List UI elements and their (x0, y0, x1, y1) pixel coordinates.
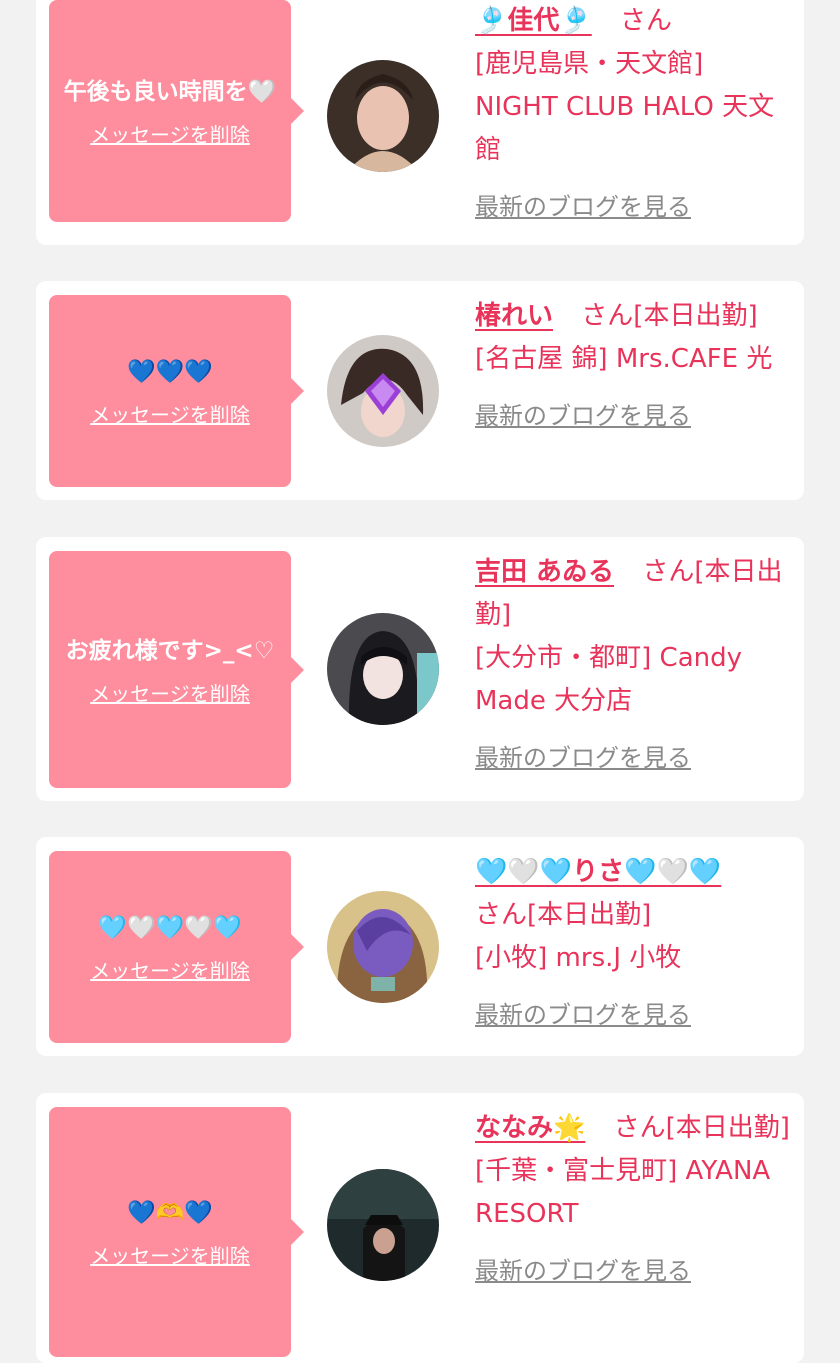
latest-blog-link[interactable]: 最新のブログを見る (475, 1250, 793, 1293)
profile-info: 吉田 あゐる さん[本日出勤] [大分市・都町] Candy Made 大分店 … (475, 551, 793, 780)
avatar[interactable] (327, 613, 439, 725)
avatar-photo-icon (327, 891, 439, 1003)
message-text: 💙🫶💙 (127, 1200, 213, 1226)
profile-info: 🎐佳代🎐 さん [鹿児島県・天文館] NIGHT CLUB HALO 天文館 最… (475, 0, 793, 229)
delete-message-link[interactable]: メッセージを削除 (90, 958, 250, 984)
message-text: お疲れ様です>_<♡ (65, 637, 275, 664)
latest-blog-link[interactable]: 最新のブログを見る (475, 994, 793, 1037)
shop-label: [大分市・都町] Candy Made 大分店 (475, 643, 743, 716)
profile-name-link[interactable]: 吉田 あゐる (475, 557, 614, 587)
status-label: [本日出勤] (665, 1113, 790, 1143)
delete-message-link[interactable]: メッセージを削除 (90, 402, 250, 428)
profile-info: 🩵🤍🩵りさ🩵🤍🩵 さん[本日出勤] [小牧] mrs.J 小牧 最新のブログを見… (475, 851, 793, 1037)
profile-name-link[interactable]: 椿れい (475, 301, 553, 331)
san-label: さん (475, 900, 528, 930)
delete-message-link[interactable]: メッセージを削除 (90, 681, 250, 707)
latest-blog-link[interactable]: 最新のブログを見る (475, 186, 793, 229)
message-card: 💙💙💙 メッセージを削除 椿れい さん[本日出勤] [名古屋 錦] Mrs.CA… (36, 281, 804, 500)
message-card: お疲れ様です>_<♡ メッセージを削除 吉田 あゐる さん[本日出勤] [大分市… (36, 537, 804, 801)
message-bubble: 午後も良い時間を🤍 メッセージを削除 (49, 0, 304, 222)
avatar[interactable] (327, 335, 439, 447)
san-label: さん (581, 301, 634, 331)
shop-label: [鹿児島県・天文館] NIGHT CLUB HALO 天文館 (475, 49, 775, 165)
profile-name-link[interactable]: 🩵🤍🩵りさ🩵🤍🩵 (475, 857, 721, 887)
shop-label: [名古屋 錦] Mrs.CAFE 光 (475, 344, 773, 374)
delete-message-link[interactable]: メッセージを削除 (90, 122, 250, 148)
message-card: 💙🫶💙 メッセージを削除 ななみ🌟 さん[本日出勤] [千葉・富士見町] AYA… (36, 1093, 804, 1363)
profile-info: 椿れい さん[本日出勤] [名古屋 錦] Mrs.CAFE 光 最新のブログを見… (475, 295, 793, 438)
avatar[interactable] (327, 60, 439, 172)
avatar-photo-icon (327, 613, 439, 725)
message-card: 午後も良い時間を🤍 メッセージを削除 🎐佳代🎐 さん [鹿児島県・天文館] NI… (36, 0, 804, 245)
shop-label: [小牧] mrs.J 小牧 (475, 943, 682, 973)
message-text: 💙💙💙 (127, 359, 213, 385)
avatar[interactable] (327, 891, 439, 1003)
avatar-photo-icon (327, 60, 439, 172)
latest-blog-link[interactable]: 最新のブログを見る (475, 395, 793, 438)
status-label: [本日出勤] (633, 301, 758, 331)
delete-message-link[interactable]: メッセージを削除 (90, 1243, 250, 1269)
avatar-photo-icon (327, 1169, 439, 1281)
profile-info: ななみ🌟 さん[本日出勤] [千葉・富士見町] AYANA RESORT 最新の… (475, 1107, 793, 1293)
profile-name-link[interactable]: 🎐佳代🎐 (475, 6, 592, 36)
message-card: 🩵🤍🩵🤍🩵 メッセージを削除 🩵🤍🩵りさ🩵🤍🩵 さん[本日出勤] [小牧] mr… (36, 837, 804, 1056)
status-label: [本日出勤] (527, 900, 652, 930)
message-text: 午後も良い時間を🤍 (63, 79, 277, 105)
shop-label: [千葉・富士見町] AYANA RESORT (475, 1156, 771, 1229)
message-bubble: 💙💙💙 メッセージを削除 (49, 295, 304, 487)
san-label: さん (620, 6, 673, 36)
message-text: 🩵🤍🩵🤍🩵 (98, 915, 242, 941)
avatar[interactable] (327, 1169, 439, 1281)
message-bubble: 💙🫶💙 メッセージを削除 (49, 1107, 304, 1357)
san-label: さん (642, 557, 695, 587)
san-label: さん (613, 1113, 666, 1143)
message-bubble: お疲れ様です>_<♡ メッセージを削除 (49, 551, 304, 788)
avatar-photo-icon (327, 335, 439, 447)
profile-name-link[interactable]: ななみ🌟 (475, 1113, 585, 1143)
message-bubble: 🩵🤍🩵🤍🩵 メッセージを削除 (49, 851, 304, 1043)
latest-blog-link[interactable]: 最新のブログを見る (475, 737, 793, 780)
